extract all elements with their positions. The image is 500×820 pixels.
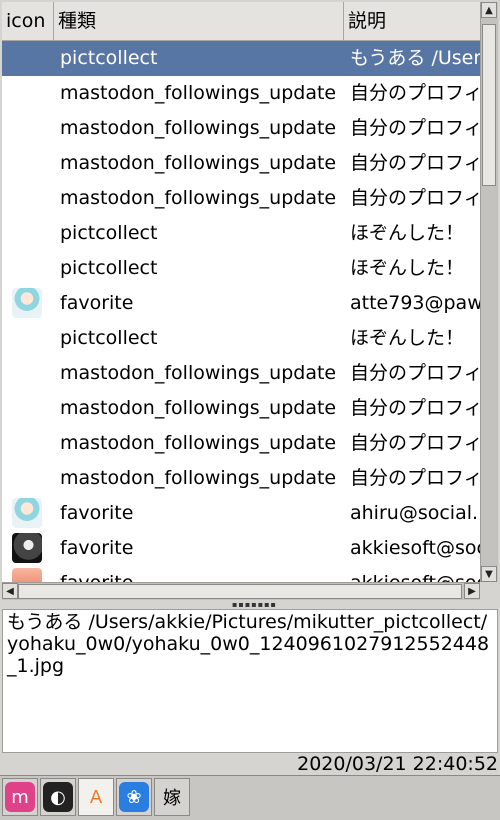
list-row[interactable]: pictcollect ほぞんした！ xyxy=(2,251,480,286)
row-description: atte793@pawoo xyxy=(350,292,480,314)
row-type: mastodon_followings_update xyxy=(60,152,337,174)
row-description: 自分のプロフィ xyxy=(350,82,480,104)
mikutter-tab[interactable]: ◐ xyxy=(40,778,76,816)
row-description: 自分のプロフィ xyxy=(350,397,480,419)
row-icon-cell xyxy=(2,531,54,566)
row-icon-cell xyxy=(2,566,54,582)
horizontal-scrollbar[interactable]: ◀ ▶ xyxy=(2,582,480,600)
row-icon-cell xyxy=(2,146,54,181)
row-type: pictcollect xyxy=(60,47,158,69)
list-row[interactable]: mastodon_followings_update 自分のプロフィ xyxy=(2,181,480,216)
activity-tab[interactable]: A xyxy=(78,778,114,816)
row-icon-cell xyxy=(2,181,54,216)
row-description: ほぞんした！ xyxy=(350,222,465,244)
row-description: akkiesoft@soc xyxy=(350,537,480,559)
activity-tab-icon: A xyxy=(89,786,103,808)
list-row[interactable]: mastodon_followings_update 自分のプロフィ xyxy=(2,111,480,146)
row-icon-cell xyxy=(2,286,54,321)
row-description: ahiru@social. xyxy=(350,502,479,524)
row-icon-cell xyxy=(2,76,54,111)
list-row[interactable]: pictcollect もうある /Users xyxy=(2,41,480,76)
row-icon-cell xyxy=(2,391,54,426)
row-description: 自分のプロフィ xyxy=(350,362,480,384)
detail-text: もうある /Users/akkie/Pictures/mikutter_pict… xyxy=(2,609,498,753)
mastodon-tab[interactable]: m xyxy=(2,778,38,816)
scroll-left-icon[interactable]: ◀ xyxy=(2,583,18,599)
row-type: pictcollect xyxy=(60,222,158,244)
detail-timestamp: 2020/03/21 22:40:52 xyxy=(297,753,498,775)
row-type: mastodon_followings_update xyxy=(60,117,337,139)
row-description: ほぞんした！ xyxy=(350,257,465,279)
row-icon-cell xyxy=(2,216,54,251)
row-icon-cell xyxy=(2,356,54,391)
row-type: pictcollect xyxy=(60,257,158,279)
row-type: pictcollect xyxy=(60,327,158,349)
row-type: favorite xyxy=(60,566,340,582)
row-type: favorite xyxy=(60,502,134,524)
row-icon-cell xyxy=(2,111,54,146)
mastodon-tab-icon: m xyxy=(5,782,35,812)
mikutter-tab-icon: ◐ xyxy=(43,782,73,812)
row-description: ほぞんした！ xyxy=(350,327,465,349)
vertical-scrollbar[interactable]: ▲ ▼ xyxy=(480,2,498,582)
row-icon-cell xyxy=(2,321,54,356)
row-type: mastodon_followings_update xyxy=(60,397,337,419)
row-type: mastodon_followings_update xyxy=(60,467,337,489)
list-row[interactable]: pictcollect ほぞんした！ xyxy=(2,321,480,356)
yome-tab[interactable]: 嫁 xyxy=(154,778,190,816)
scroll-down-icon[interactable]: ▼ xyxy=(481,566,497,582)
horizontal-scroll-thumb[interactable] xyxy=(18,584,462,599)
list-row[interactable]: favorite atte793@pawoo xyxy=(2,286,480,321)
row-icon-cell xyxy=(2,251,54,286)
row-icon-cell xyxy=(2,496,54,531)
tab-bar: m ◐ A ❀ 嫁 xyxy=(0,775,500,820)
row-type: mastodon_followings_update xyxy=(60,82,337,104)
list-row[interactable]: mastodon_followings_update 自分のプロフィ xyxy=(2,356,480,391)
user-avatar-icon xyxy=(12,288,42,318)
user-avatar-icon xyxy=(12,498,42,528)
row-type: favorite xyxy=(60,292,134,314)
row-type: mastodon_followings_update xyxy=(60,362,337,384)
row-description: 自分のプロフィ xyxy=(350,467,480,489)
row-type: mastodon_followings_update xyxy=(60,432,337,454)
user-avatar-icon xyxy=(12,568,42,582)
column-header-icon[interactable]: icon xyxy=(2,2,54,40)
list-row[interactable]: mastodon_followings_update 自分のプロフィ xyxy=(2,391,480,426)
list-row[interactable]: mastodon_followings_update 自分のプロフィ xyxy=(2,461,480,496)
scroll-up-icon[interactable]: ▲ xyxy=(481,2,497,18)
row-description: 自分のプロフィ xyxy=(350,187,480,209)
list-row[interactable]: favorite ahiru@social. xyxy=(2,496,480,531)
row-description: 自分のプロフィ xyxy=(350,117,480,139)
row-icon-cell xyxy=(2,461,54,496)
row-description: 自分のプロフィ xyxy=(350,432,480,454)
pawoo-tab-icon: ❀ xyxy=(119,782,149,812)
list-row[interactable]: mastodon_followings_update 自分のプロフィ xyxy=(2,146,480,181)
vertical-scroll-thumb[interactable] xyxy=(482,24,496,186)
row-description: akkiesoft@soc xyxy=(350,566,480,582)
column-header-description[interactable]: 説明 xyxy=(344,2,480,40)
activity-list[interactable]: icon 種類 説明 pictcollect もうある /Users mastodo… xyxy=(2,2,480,582)
row-description: 自分のプロフィ xyxy=(350,152,480,174)
scroll-right-icon[interactable]: ▶ xyxy=(464,583,480,599)
pawoo-tab[interactable]: ❀ xyxy=(116,778,152,816)
row-type: favorite xyxy=(60,537,134,559)
row-type: mastodon_followings_update xyxy=(60,187,337,209)
list-row[interactable]: mastodon_followings_update 自分のプロフィ xyxy=(2,426,480,461)
list-row[interactable]: mastodon_followings_update 自分のプロフィ xyxy=(2,76,480,111)
yome-tab-icon: 嫁 xyxy=(163,788,181,809)
pane-resize-handle[interactable]: ▪▪▪▪▪▪▪ xyxy=(232,601,276,609)
user-avatar-icon xyxy=(12,533,42,563)
row-icon-cell xyxy=(2,41,54,76)
list-row[interactable]: favorite akkiesoft@soc xyxy=(2,566,480,582)
list-row[interactable]: favorite akkiesoft@soc xyxy=(2,531,480,566)
column-header-type[interactable]: 種類 xyxy=(54,2,344,40)
list-row[interactable]: pictcollect ほぞんした！ xyxy=(2,216,480,251)
row-description: もうある /Users xyxy=(350,47,480,69)
row-icon-cell xyxy=(2,426,54,461)
list-header: icon 種類 説明 xyxy=(2,2,480,41)
